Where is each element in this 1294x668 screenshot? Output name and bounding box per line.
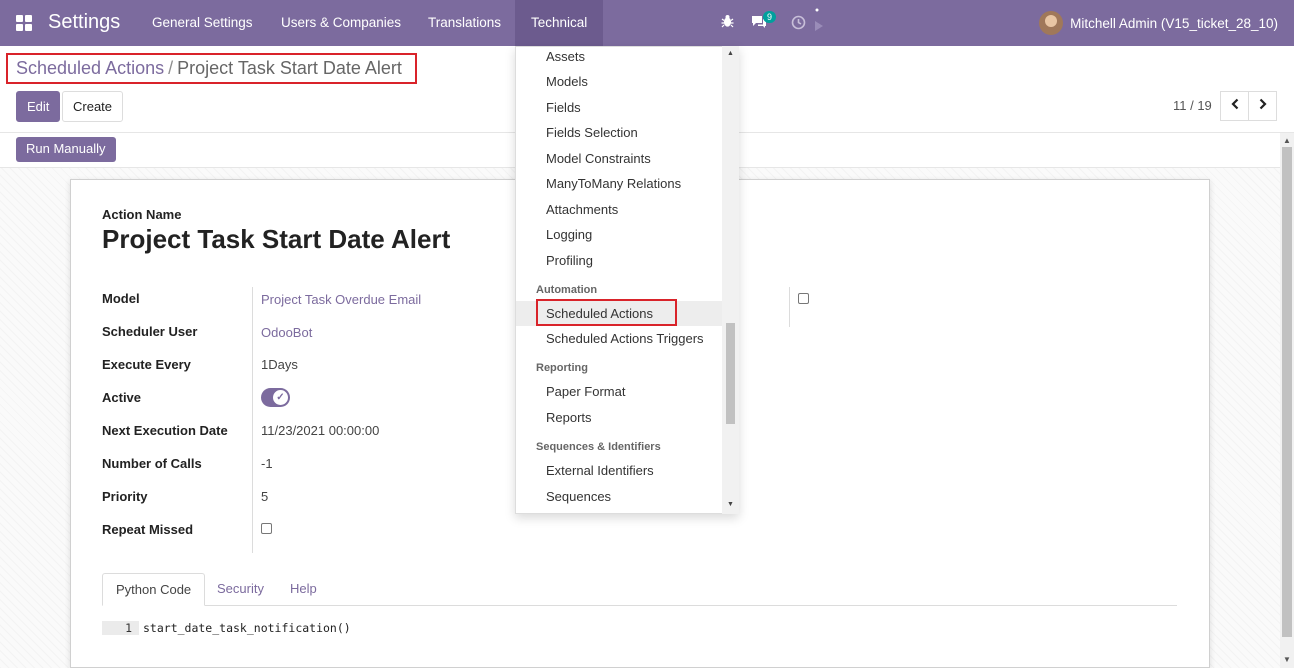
- action-name-field[interactable]: Project Task Start Date Alert: [102, 224, 450, 255]
- breadcrumb: Scheduled Actions / Project Task Start D…: [6, 53, 417, 84]
- menu-item-models[interactable]: Models: [516, 69, 723, 94]
- priority-label: Priority: [102, 489, 148, 504]
- execute-every-value[interactable]: 1Days: [261, 357, 298, 372]
- dropdown-scrollbar-thumb[interactable]: [726, 323, 735, 424]
- check-icon: ✓: [273, 390, 288, 405]
- page-scrollbar[interactable]: ▲ ▼: [1280, 133, 1294, 668]
- tab-security[interactable]: Security: [204, 573, 277, 606]
- priority-value[interactable]: 5: [261, 489, 268, 504]
- scheduled-actions-highlight-box: [536, 299, 677, 326]
- apps-grid-icon[interactable]: [16, 15, 32, 31]
- chevron-right-icon: [1259, 98, 1267, 110]
- breadcrumb-scheduled-actions[interactable]: Scheduled Actions: [16, 58, 164, 79]
- model-value[interactable]: Project Task Overdue Email: [261, 292, 421, 307]
- menu-item-paper-format[interactable]: Paper Format: [516, 379, 723, 404]
- create-button[interactable]: Create: [62, 91, 124, 122]
- message-count-badge: 9: [763, 11, 777, 23]
- right-column-checkbox[interactable]: [798, 293, 809, 304]
- avatar: [1039, 11, 1064, 35]
- menu-item-profiling[interactable]: Profiling: [516, 248, 723, 273]
- model-label: Model: [102, 291, 140, 306]
- pager-value[interactable]: 11 / 19: [1173, 98, 1212, 113]
- menu-item-assets[interactable]: Assets: [516, 47, 723, 69]
- automation-header: Automation: [536, 284, 598, 296]
- line-number: 1: [102, 621, 139, 635]
- pager-next-button[interactable]: [1248, 91, 1277, 121]
- menu-users-companies[interactable]: Users & Companies: [265, 0, 417, 46]
- menu-item-fields[interactable]: Fields: [516, 95, 723, 120]
- dropdown-scroll-up-icon[interactable]: ▲: [727, 50, 734, 57]
- notebook-tabs: Python Code Security Help: [102, 573, 1177, 606]
- reporting-header: Reporting: [536, 362, 588, 374]
- active-label: Active: [102, 390, 142, 405]
- dropdown-scroll-down-icon[interactable]: ▼: [727, 501, 734, 508]
- chevron-left-icon: [1230, 98, 1238, 110]
- top-navbar: Settings General Settings Users & Compan…: [0, 0, 1294, 46]
- sequences-header: Sequences & Identifiers: [536, 441, 661, 453]
- scrollbar-thumb[interactable]: [1282, 147, 1292, 637]
- menu-item-attachments[interactable]: Attachments: [516, 197, 723, 222]
- menu-item-scheduled-actions-triggers[interactable]: Scheduled Actions Triggers: [516, 326, 723, 351]
- debug-indicator-icon[interactable]: [814, 7, 824, 36]
- menu-item-many2many-relations[interactable]: ManyToMany Relations: [516, 171, 723, 196]
- menu-item-external-identifiers[interactable]: External Identifiers: [516, 458, 723, 483]
- execute-every-label: Execute Every: [102, 357, 191, 372]
- edit-button[interactable]: Edit: [16, 91, 61, 122]
- menu-item-fields-selection[interactable]: Fields Selection: [516, 120, 723, 145]
- clock-icon[interactable]: [791, 15, 806, 33]
- user-name: Mitchell Admin (V15_ticket_28_10): [1070, 15, 1278, 31]
- code-editor[interactable]: 1 start_date_task_notification(): [102, 621, 351, 635]
- menu-general-settings[interactable]: General Settings: [136, 0, 269, 46]
- active-toggle[interactable]: ✓: [261, 388, 290, 407]
- repeat-missed-label: Repeat Missed: [102, 522, 194, 537]
- scheduler-user-value[interactable]: OdooBot: [261, 325, 312, 340]
- dropdown-scrollbar[interactable]: ▲ ▼: [722, 46, 739, 514]
- tab-help[interactable]: Help: [277, 573, 330, 606]
- menu-item-model-constraints[interactable]: Model Constraints: [516, 146, 723, 171]
- number-of-calls-label: Number of Calls: [102, 456, 202, 471]
- menu-translations[interactable]: Translations: [412, 0, 517, 46]
- action-name-label: Action Name: [102, 207, 182, 222]
- next-execution-date-value[interactable]: 11/23/2021 00:00:00: [261, 423, 379, 438]
- menu-item-logging[interactable]: Logging: [516, 222, 723, 247]
- bug-icon[interactable]: [721, 14, 734, 31]
- menu-item-reports[interactable]: Reports: [516, 405, 723, 430]
- breadcrumb-separator: /: [168, 58, 174, 78]
- menu-technical[interactable]: Technical: [515, 0, 604, 46]
- user-menu[interactable]: Mitchell Admin (V15_ticket_28_10): [1039, 0, 1278, 46]
- pager-previous-button[interactable]: [1220, 91, 1249, 121]
- scheduler-user-label: Scheduler User: [102, 324, 198, 339]
- tab-python-code[interactable]: Python Code: [102, 573, 206, 606]
- scroll-down-icon[interactable]: ▼: [1283, 655, 1291, 664]
- code-text[interactable]: start_date_task_notification(): [139, 621, 351, 635]
- technical-dropdown-menu: Assets Models Fields Fields Selection Mo…: [515, 46, 739, 514]
- field-separator: [252, 287, 253, 553]
- field-separator: [789, 287, 790, 327]
- repeat-missed-checkbox[interactable]: [261, 523, 272, 534]
- next-execution-date-label: Next Execution Date: [102, 423, 228, 438]
- app-title[interactable]: Settings: [48, 11, 120, 34]
- scroll-up-icon[interactable]: ▲: [1283, 136, 1291, 145]
- number-of-calls-value[interactable]: -1: [261, 456, 273, 471]
- menu-item-sequences[interactable]: Sequences: [516, 484, 723, 509]
- run-manually-button[interactable]: Run Manually: [16, 137, 116, 162]
- breadcrumb-current: Project Task Start Date Alert: [177, 58, 402, 78]
